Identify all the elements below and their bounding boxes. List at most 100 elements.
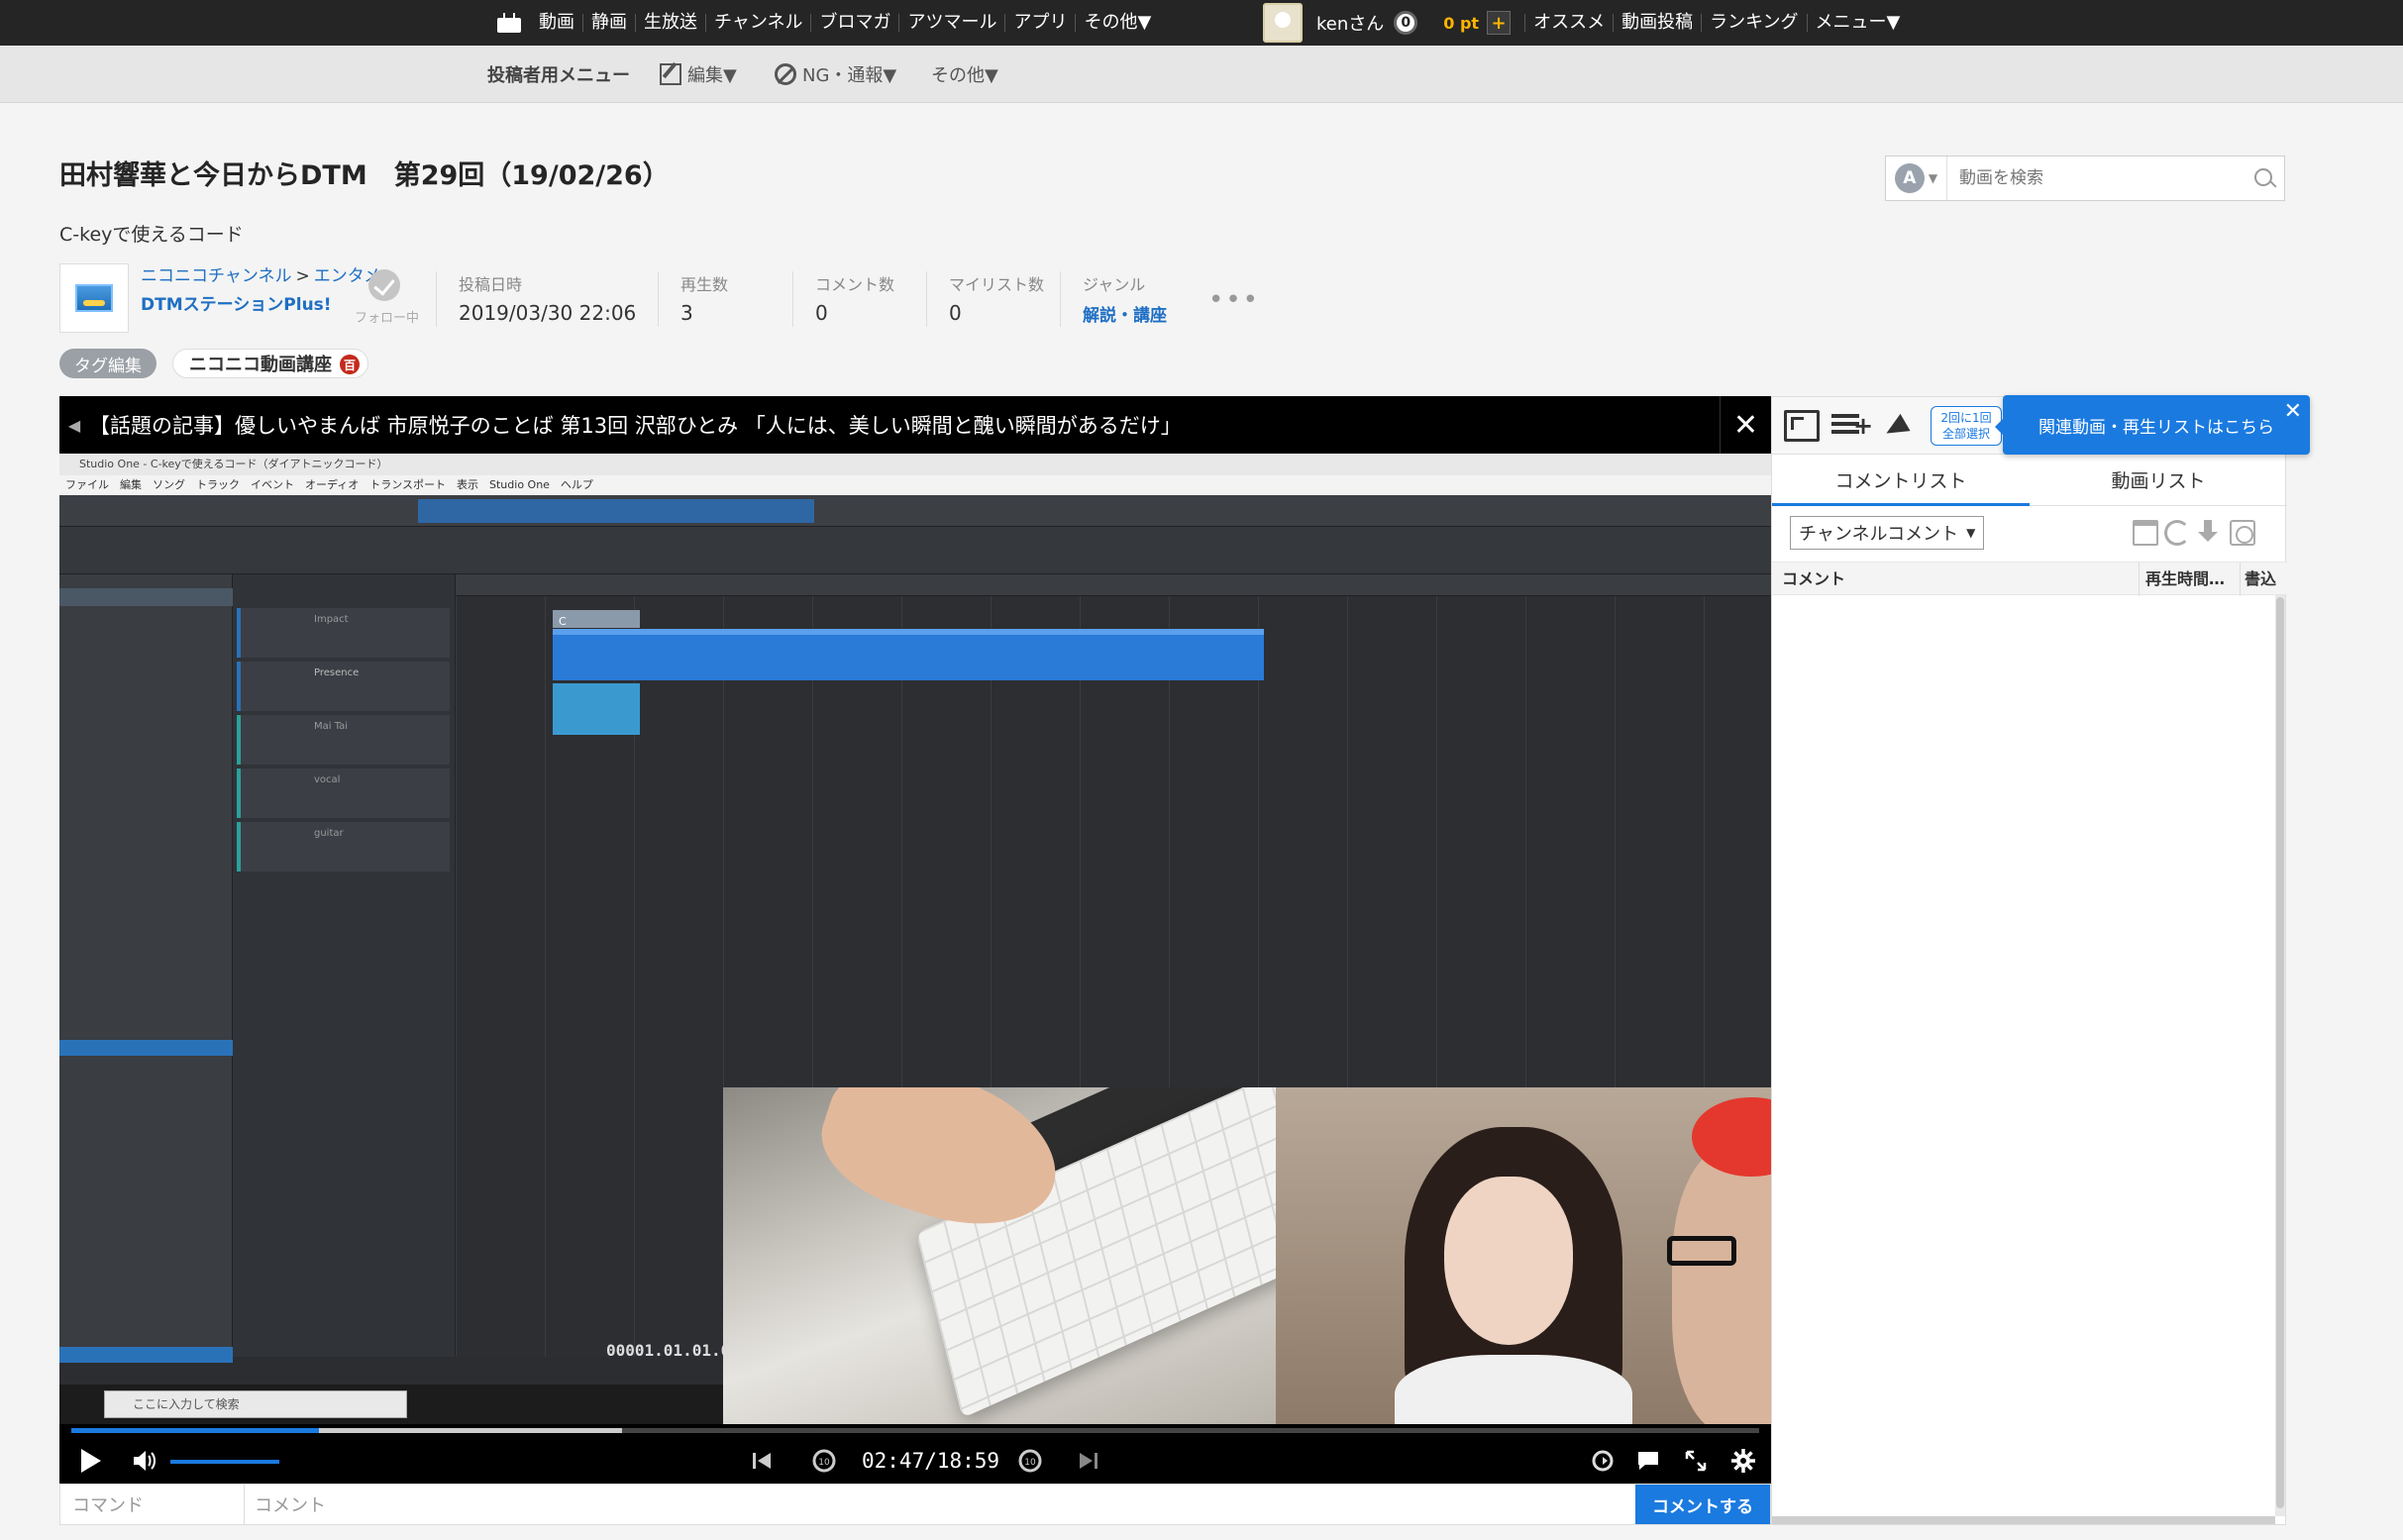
comment-input-bar: コマンド コメント コメントする <box>59 1484 1771 1525</box>
video-frame[interactable]: Studio One - C-keyで使えるコード（ダイアトニックコード） ファ… <box>59 454 1771 1424</box>
play-button[interactable] <box>71 1438 111 1484</box>
megaphone-icon[interactable] <box>1881 410 1917 442</box>
add-playlist-icon[interactable] <box>1831 410 1873 442</box>
channel-icon[interactable] <box>59 263 129 333</box>
nav-ranking[interactable]: ランキング <box>1701 14 1806 32</box>
side-panel-tabs: コメントリスト 動画リスト <box>1772 455 2287 506</box>
notification-badge[interactable]: 0 <box>1394 11 1418 35</box>
nav-upload[interactable]: 動画投稿 <box>1613 14 1701 32</box>
tooltip-close-icon[interactable]: ✕ <box>2284 399 2302 424</box>
skip-start-button[interactable] <box>743 1438 783 1484</box>
camera-keyboard-view <box>723 1087 1276 1424</box>
reload-icon[interactable] <box>2164 520 2190 546</box>
post-comment-button[interactable]: コメントする <box>1635 1485 1770 1524</box>
svg-text:10: 10 <box>818 1458 830 1468</box>
comment-input[interactable]: コメント <box>245 1485 1635 1524</box>
nav-other[interactable]: その他▼ <box>1076 14 1159 32</box>
volume-slider[interactable] <box>170 1460 279 1464</box>
tag-label[interactable]: ニコニコ動画講座 <box>189 351 332 376</box>
autoscroll-icon[interactable] <box>2196 520 2222 546</box>
nav-channel[interactable]: チャンネル <box>706 14 812 32</box>
daw-ruler <box>456 574 1771 596</box>
comment-list-hscrollbar[interactable] <box>1772 1516 2275 1524</box>
speaker-icon <box>134 1451 156 1471</box>
nav-blomaga[interactable]: ブロマガ <box>811 14 900 32</box>
breadcrumb-channel[interactable]: ニコニコチャンネル <box>141 266 292 286</box>
ng-settings-icon[interactable] <box>2230 520 2255 546</box>
comment-filter-select[interactable]: チャンネルコメント ▼ <box>1790 516 1985 550</box>
loop-button[interactable] <box>1583 1438 1622 1484</box>
ticker-close-button[interactable]: ✕ <box>1720 396 1771 454</box>
search-input[interactable] <box>1947 168 2245 188</box>
add-points-button[interactable]: + <box>1487 11 1512 35</box>
follow-button[interactable]: フォロー中 <box>355 269 419 326</box>
taskbar-search-text: ここに入力して検索 <box>133 1397 240 1411</box>
daw-menu-bar: ファイル 編集 ソング トラック イベント オーディオ トランスポート 表示 S… <box>59 475 1771 495</box>
seek-bar[interactable] <box>71 1428 1759 1433</box>
stat-genre-value[interactable]: 解説・講座 <box>1083 301 1167 326</box>
nav-atsumaru[interactable]: アツマール <box>899 14 1006 32</box>
col-written-at[interactable]: 書込 <box>2240 563 2287 596</box>
shuffle-mode-button[interactable]: 2回に1回 全部選択 <box>1931 406 2002 446</box>
tag-edit-button[interactable]: タグ編集 <box>59 349 157 378</box>
ticker-text[interactable]: 【話題の記事】優しいやまんば 市原悦子のことば 第13回 沢部ひとみ 「人には、… <box>89 410 1720 440</box>
username[interactable]: kenさん <box>1316 10 1384 36</box>
tag-item[interactable]: ニコニコ動画講座 百 <box>172 349 368 378</box>
daw-track-name: Presence <box>314 667 360 678</box>
breadcrumb-separator: > <box>295 266 310 286</box>
encyclopedia-icon[interactable]: 百 <box>340 355 360 374</box>
chevron-down-icon: ▼ <box>1928 171 1938 185</box>
nav-live[interactable]: 生放送 <box>636 14 706 32</box>
search-icon[interactable] <box>2245 156 2284 200</box>
stat-posted-label: 投稿日時 <box>459 275 523 294</box>
stat-comments-value: 0 <box>815 301 828 325</box>
stat-posted-value: 2019/03/30 22:06 <box>459 301 637 325</box>
comment-toggle-button[interactable] <box>1628 1438 1668 1484</box>
nav-douga[interactable]: 動画 <box>531 14 583 32</box>
daw-track: Impact <box>237 608 450 658</box>
related-videos-tooltip[interactable]: 関連動画・再生リストはこちら ✕ <box>1995 395 2310 455</box>
comment-list-scrollbar[interactable] <box>2275 595 2285 1516</box>
chevron-down-icon: ▼ <box>1966 526 1976 540</box>
tab-video-list[interactable]: 動画リスト <box>2030 455 2287 505</box>
daw-inspector <box>59 574 233 1363</box>
forward-10-icon: 10 <box>1018 1449 1042 1473</box>
col-playback-time[interactable]: 再生時間… <box>2139 563 2225 596</box>
skip-end-button[interactable] <box>1068 1438 1107 1484</box>
points-display[interactable]: 0 pt <box>1443 14 1479 33</box>
ng-report-menu[interactable]: NG・通報▼ <box>775 46 896 103</box>
volume-button[interactable] <box>125 1438 164 1484</box>
side-panel: 2回に1回 全部選択 関連動画・再生リストはこちら ✕ コメントリスト 動画リス… <box>1771 395 2310 1525</box>
uploader-menu-link[interactable]: 投稿者用メニュー <box>487 46 630 103</box>
col-comment[interactable]: コメント <box>1782 563 1845 596</box>
nav-seiga[interactable]: 静画 <box>583 14 636 32</box>
rewind-10-button[interactable]: 10 <box>804 1438 844 1484</box>
avatar[interactable] <box>1263 3 1303 43</box>
daw-chord-label: C <box>559 615 567 628</box>
daw-track: guitar <box>237 822 450 872</box>
stat-views-value: 3 <box>680 301 693 325</box>
popout-icon[interactable] <box>1784 410 1820 442</box>
nav-recommend[interactable]: オススメ <box>1524 14 1613 32</box>
search-mode-select[interactable]: A ▼ <box>1886 156 1947 200</box>
stat-comments: コメント数 0 <box>792 271 894 327</box>
calendar-icon[interactable] <box>2133 520 2158 546</box>
tab-comment-list[interactable]: コメントリスト <box>1772 455 2030 506</box>
fullscreen-button[interactable] <box>1676 1438 1716 1484</box>
more-icon[interactable]: ••• <box>1208 285 1260 315</box>
forward-10-button[interactable]: 10 <box>1010 1438 1050 1484</box>
daw-track-name: Mai Tai <box>314 721 349 732</box>
settings-button[interactable] <box>1724 1438 1763 1484</box>
niconico-tv-icon[interactable] <box>497 13 521 33</box>
other-menu[interactable]: その他▼ <box>931 46 998 103</box>
edit-menu[interactable]: 編集▼ <box>660 46 737 103</box>
nav-menu[interactable]: メニュー▼ <box>1806 14 1909 32</box>
daw-toolbar <box>59 495 1771 527</box>
daw-toolbar-secondary <box>59 527 1771 574</box>
ticker-prev-icon[interactable]: ◀ <box>59 416 89 435</box>
command-input[interactable]: コマンド <box>60 1485 245 1524</box>
search-mode-icon: A <box>1894 163 1925 193</box>
nav-app[interactable]: アプリ <box>1005 14 1077 32</box>
channel-name[interactable]: DTMステーションPlus! <box>141 290 332 315</box>
edit-icon <box>660 63 681 85</box>
